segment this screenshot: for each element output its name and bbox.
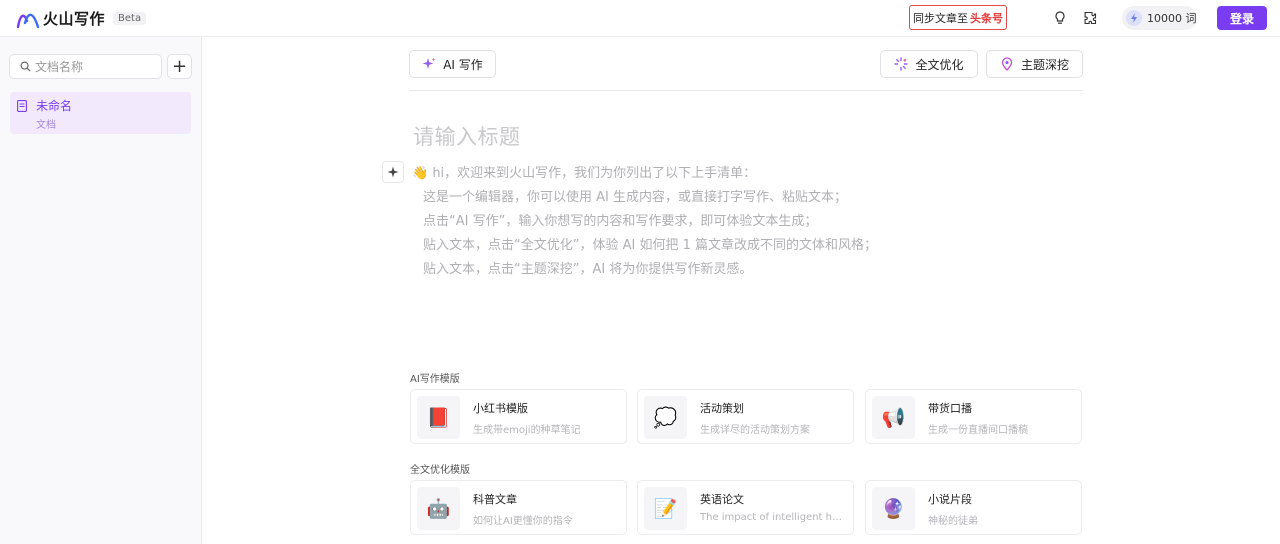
- topic-dig-label: 主题深挖: [1020, 57, 1069, 72]
- volcano-logo-icon: [16, 13, 40, 28]
- sparkle-icon: [422, 57, 436, 69]
- top-bar: 火山写作 Beta 同步文章至 头条号 10000 词 登录: [0, 0, 1280, 37]
- template-desc: 生成一份直播间口播稿: [928, 425, 1028, 436]
- template-title: 英语论文: [700, 493, 744, 506]
- sync-to-toutiao-button[interactable]: 同步文章至 头条号: [909, 5, 1007, 30]
- document-title: 未命名: [36, 99, 73, 113]
- template-title: 小说片段: [928, 493, 972, 506]
- template-card[interactable]: 🤖 科普文章 如何让AI更懂你的指令: [410, 480, 627, 535]
- ai-assist-handle[interactable]: [382, 161, 404, 183]
- sync-label: 同步文章至: [913, 11, 968, 25]
- memo-icon: 📝: [644, 487, 687, 530]
- template-desc: 生成带emoji的种草笔记: [473, 425, 581, 436]
- credits-count: 10000 词: [1147, 12, 1197, 25]
- ai-write-label: AI 写作: [443, 57, 483, 72]
- sidebar: + 未命名 文档: [0, 37, 202, 544]
- template-card[interactable]: 📝 英语论文 The impact of intelligent househo…: [637, 480, 854, 535]
- ai-templates-label: AI写作模版: [410, 374, 460, 385]
- sync-brand: 头条号: [970, 11, 1003, 25]
- logo-text: 火山写作: [43, 10, 106, 28]
- crystal-ball-icon: 🔮: [872, 487, 915, 530]
- plugin-icon[interactable]: [1082, 10, 1098, 26]
- full-optimize-button[interactable]: 全文优化: [880, 50, 978, 78]
- template-card[interactable]: 🔮 小说片段 神秘的徒弟: [865, 480, 1082, 535]
- lightning-icon: [1126, 10, 1142, 26]
- word-credits[interactable]: 10000 词: [1122, 6, 1197, 30]
- location-pin-icon: [1001, 57, 1013, 71]
- template-title: 小红书模版: [473, 402, 528, 415]
- template-desc: 如何让AI更懂你的指令: [473, 516, 573, 527]
- thought-bubble-icon: 💭: [644, 396, 687, 439]
- template-title: 带货口播: [928, 402, 972, 415]
- sparkle-icon: [387, 166, 399, 178]
- login-button[interactable]: 登录: [1217, 6, 1267, 30]
- editor-body[interactable]: 👋 hi，欢迎来到火山写作，我们为你列出了以下上手清单： 这是一个编辑器，你可以…: [412, 162, 877, 282]
- magic-burst-icon: [894, 57, 909, 71]
- template-card[interactable]: 📕 小红书模版 生成带emoji的种草笔记: [410, 389, 627, 444]
- guide-line: 这是一个编辑器，你可以使用 AI 生成内容，或直接打字写作、粘贴文本；: [423, 190, 847, 205]
- template-card[interactable]: 💭 活动策划 生成详尽的活动策划方案: [637, 389, 854, 444]
- beta-badge: Beta: [113, 12, 147, 25]
- title-input[interactable]: 请输入标题: [413, 121, 521, 151]
- full-optimize-label: 全文优化: [915, 57, 964, 72]
- document-item[interactable]: 未命名 文档: [10, 92, 191, 134]
- template-title: 活动策划: [700, 402, 744, 415]
- search-box[interactable]: [9, 54, 162, 79]
- document-icon: [17, 100, 27, 112]
- lightbulb-icon[interactable]: [1052, 10, 1068, 26]
- guide-line: 👋 hi，欢迎来到火山写作，我们为你列出了以下上手清单：: [412, 166, 757, 181]
- add-document-button[interactable]: +: [167, 54, 192, 79]
- robot-icon: 🤖: [417, 487, 460, 530]
- topic-dig-button[interactable]: 主题深挖: [986, 50, 1083, 78]
- template-card[interactable]: 📢 带货口播 生成一份直播间口播稿: [865, 389, 1082, 444]
- search-input[interactable]: [35, 59, 155, 74]
- guide-line: 贴入文本，点击“主题深挖”，AI 将为你提供写作新灵感。: [423, 262, 753, 277]
- plus-icon: +: [171, 56, 188, 77]
- guide-line: 贴入文本，点击“全文优化”，体验 AI 如何把 1 篇文章改成不同的文体和风格；: [423, 238, 877, 253]
- toolbar-divider: [409, 90, 1083, 91]
- logo[interactable]: 火山写作 Beta: [16, 8, 147, 29]
- megaphone-icon: 📢: [872, 396, 915, 439]
- book-icon: 📕: [417, 396, 460, 439]
- template-desc: The impact of intelligent household: [700, 512, 848, 523]
- optimize-templates-label: 全文优化模版: [410, 465, 470, 476]
- template-title: 科普文章: [473, 493, 517, 506]
- search-icon: [20, 61, 31, 72]
- ai-write-button[interactable]: AI 写作: [409, 50, 496, 78]
- guide-line: 点击“AI 写作”，输入你想写的内容和写作要求，即可体验文本生成；: [423, 214, 818, 229]
- template-desc: 生成详尽的活动策划方案: [700, 425, 810, 436]
- document-subtitle: 文档: [36, 120, 56, 131]
- template-desc: 神秘的徒弟: [928, 516, 978, 527]
